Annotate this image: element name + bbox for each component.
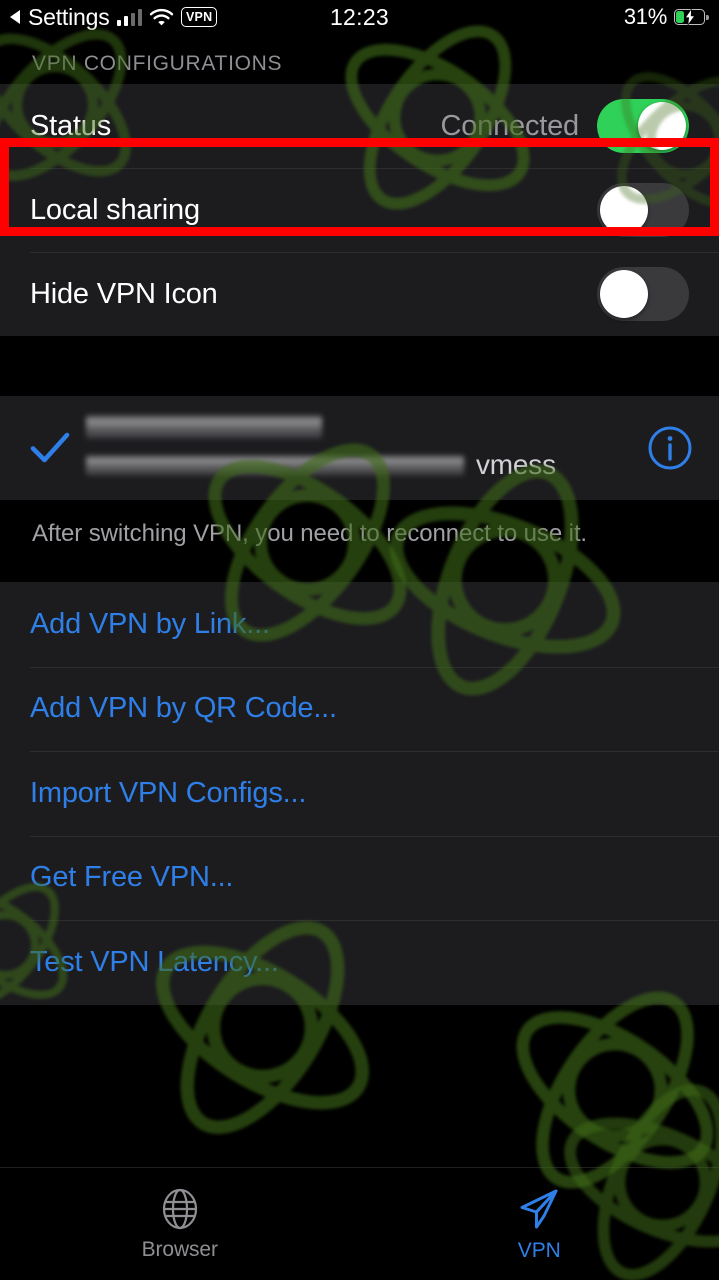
toggle-knob: [638, 102, 686, 150]
tab-label-browser: Browser: [141, 1238, 218, 1261]
info-circle-icon[interactable]: [647, 425, 693, 471]
tab-label-vpn: VPN: [517, 1239, 561, 1262]
vpn-server-list-item[interactable]: vmess: [0, 396, 719, 500]
vpn-server-name-redacted: [86, 415, 322, 439]
battery-percent-label: 31%: [623, 4, 667, 29]
row-hide-vpn-icon[interactable]: Hide VPN Icon: [0, 252, 719, 336]
bottom-filler: [0, 1004, 719, 1095]
tab-browser[interactable]: Browser: [0, 1168, 360, 1280]
action-add-vpn-by-qr-code[interactable]: Add VPN by QR Code...: [0, 666, 719, 751]
footnote-reconnect-hint: After switching VPN, you need to reconne…: [0, 500, 719, 548]
row-label-status: Status: [30, 109, 112, 142]
action-get-free-vpn[interactable]: Get Free VPN...: [0, 835, 719, 920]
status-bar: Settings VPN 12:23 31%: [0, 0, 719, 34]
globe-icon: [162, 1188, 197, 1230]
section-gap: [0, 336, 719, 396]
vpn-status-badge: VPN: [181, 7, 218, 27]
checkmark-icon: [28, 428, 72, 468]
vpn-protocol-label: vmess: [476, 449, 556, 480]
status-toggle[interactable]: [597, 99, 689, 153]
tab-vpn[interactable]: VPN: [360, 1168, 719, 1280]
section-header-vpn-configurations: VPN CONFIGURATIONS: [32, 52, 283, 75]
lightning-bolt-icon: [684, 9, 695, 25]
vpn-actions-card: Add VPN by Link... Add VPN by QR Code...…: [0, 582, 719, 1005]
paper-plane-icon: [520, 1189, 558, 1229]
back-triangle-icon[interactable]: [10, 10, 20, 24]
tab-bar: Browser VPN: [0, 1167, 719, 1280]
action-test-vpn-latency[interactable]: Test VPN Latency...: [0, 920, 719, 1005]
local-sharing-toggle[interactable]: [597, 183, 689, 237]
vpn-server-detail-line: vmess: [86, 449, 647, 481]
row-status[interactable]: Status Connected: [0, 84, 719, 168]
battery-charging-icon: [674, 9, 709, 25]
vpn-server-address-redacted: [86, 454, 464, 476]
hide-vpn-icon-toggle[interactable]: [597, 267, 689, 321]
action-add-vpn-by-link[interactable]: Add VPN by Link...: [0, 582, 719, 667]
vpn-server-text: vmess: [86, 415, 647, 481]
status-bar-left: Settings VPN: [10, 4, 218, 31]
row-value-status: Connected: [440, 109, 580, 142]
action-import-vpn-configs[interactable]: Import VPN Configs...: [0, 751, 719, 836]
vpn-settings-page: VPN CONFIGURATIONS Status Connected Loca…: [0, 34, 719, 1280]
row-label-local-sharing: Local sharing: [30, 193, 200, 226]
toggle-knob: [600, 270, 648, 318]
cellular-signal-icon: [116, 8, 143, 26]
row-label-hide-vpn-icon: Hide VPN Icon: [30, 277, 218, 310]
footnote-gap: [0, 548, 719, 582]
row-local-sharing[interactable]: Local sharing: [0, 168, 719, 252]
vpn-configurations-card: Status Connected Local sharing Hide VPN …: [0, 84, 719, 336]
toggle-knob: [600, 186, 648, 234]
wifi-icon: [149, 8, 174, 27]
status-bar-right: 31%: [623, 4, 709, 30]
back-app-label[interactable]: Settings: [28, 4, 110, 31]
